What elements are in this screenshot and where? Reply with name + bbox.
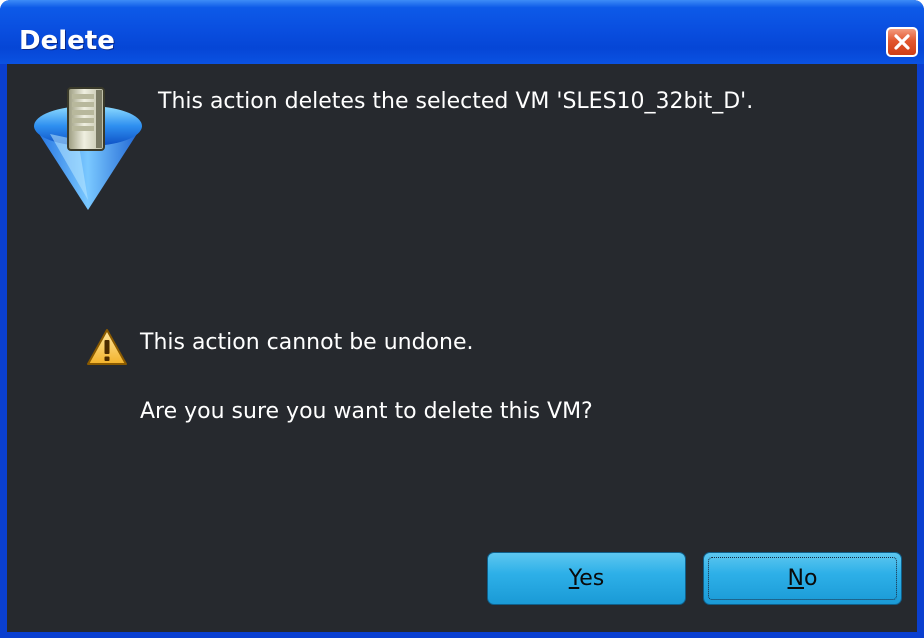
- close-icon: [894, 34, 910, 50]
- virtual-machine-icon: [34, 87, 142, 210]
- delete-message: This action deletes the selected VM 'SLE…: [158, 89, 754, 114]
- warning-icon: [87, 329, 127, 365]
- close-button[interactable]: [886, 27, 918, 57]
- window-title: Delete: [19, 26, 115, 56]
- delete-dialog-window: Delete This action deletes the selected …: [0, 0, 924, 638]
- yes-button-mnemonic: Y: [568, 566, 580, 591]
- yes-button[interactable]: Yes: [487, 552, 686, 605]
- title-bar[interactable]: Delete: [0, 0, 924, 64]
- warning-message: This action cannot be undone.: [140, 330, 474, 355]
- window-frame-bottom: [0, 632, 924, 638]
- no-button-mnemonic: N: [787, 566, 804, 591]
- no-button-label: o: [804, 566, 818, 591]
- yes-button-label: es: [579, 566, 605, 591]
- confirmation-question: Are you sure you want to delete this VM?: [140, 399, 593, 424]
- no-button[interactable]: No: [703, 552, 902, 605]
